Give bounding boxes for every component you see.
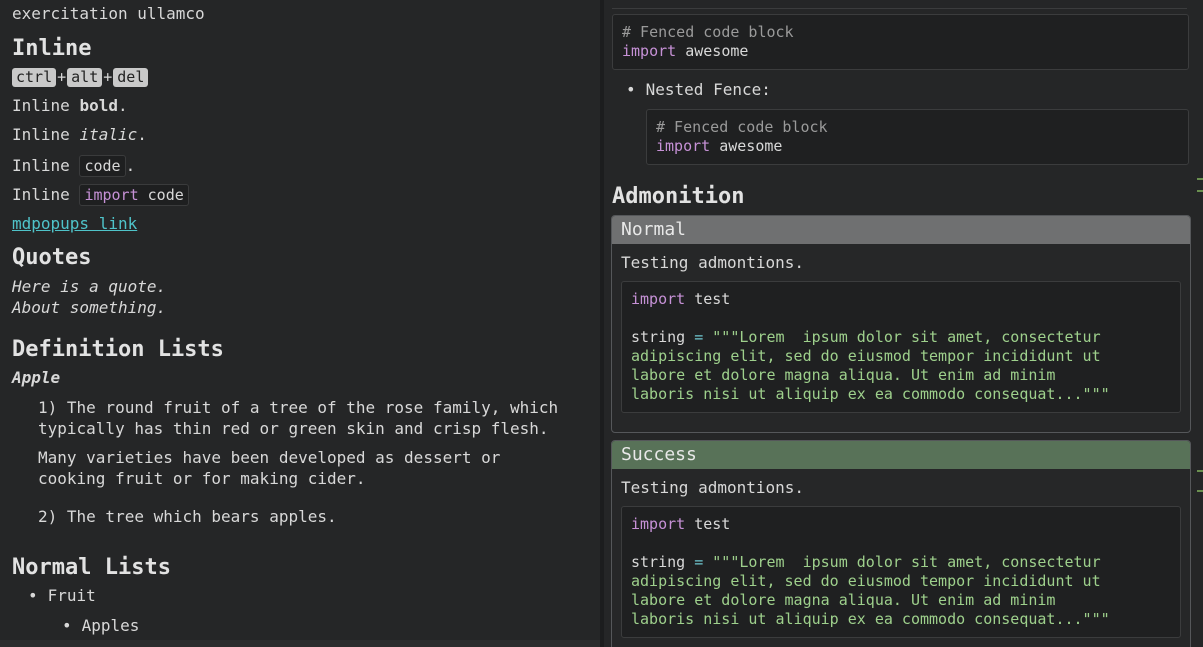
string-literal: laboris nisi ut aliquip ex ea commodo co… [631, 385, 1110, 403]
gutter-mark [1197, 490, 1203, 492]
kbd-ctrl: ctrl [12, 68, 57, 87]
code-line: import awesome [656, 137, 1179, 156]
admonition-code-block: import test string = """Lorem ipsum dolor… [621, 281, 1181, 413]
gutter-mark [1197, 178, 1203, 180]
admonition-heading: Admonition [612, 184, 745, 209]
string-literal: labore et dolore magna aliqua. Ut enim a… [631, 591, 1056, 609]
quotes-heading: Quotes [12, 245, 92, 270]
italic-text: italic [79, 125, 138, 144]
list-item: Fruit [28, 586, 96, 605]
string-literal: laboris nisi ut aliquip ex ea commodo co… [631, 610, 1110, 628]
text: . [137, 125, 147, 144]
text: Inline [12, 96, 80, 115]
admonition-normal: Normal Testing admontions. import test st… [611, 215, 1191, 433]
keyword: import [84, 186, 139, 204]
definition-term: Apple [12, 368, 61, 387]
definition-lists-heading: Definition Lists [12, 337, 224, 362]
admonition-body: Testing admontions. [621, 478, 805, 497]
text: Inline [12, 125, 80, 144]
keyword: import [631, 515, 686, 533]
definition-line: Many varieties have been developed as de… [38, 448, 501, 467]
text: . [125, 156, 136, 175]
admonition-code-block: import test string = """Lorem ipsum dolor… [621, 506, 1181, 638]
normal-lists-heading: Normal Lists [12, 555, 171, 580]
nested-code-block: # Fenced code block import awesome [646, 109, 1189, 165]
bold-text: bold [79, 96, 118, 115]
kbd-del: del [113, 68, 149, 87]
key-combo: ctrl + alt + del [12, 67, 149, 87]
nested-fence-item: Nested Fence: [626, 80, 771, 99]
string-literal: labore et dolore magna aliqua. Ut enim a… [631, 366, 1056, 384]
inline-code-highlighted: import code [79, 184, 189, 206]
keyword: import [622, 42, 677, 60]
kbd-alt: alt [67, 68, 103, 87]
kbd-plus: + [57, 68, 67, 86]
code-line: import awesome [622, 42, 1179, 61]
admonition-title: Normal [612, 216, 1190, 244]
keyword: import [656, 137, 711, 155]
partial-block-top [612, 0, 1187, 9]
inline-italic-line: Inline italic. [12, 125, 147, 144]
list-item: Apples [62, 616, 140, 635]
text: Inline [12, 156, 80, 175]
gutter-mark [1197, 470, 1203, 472]
right-popup-pane: # Fenced code blockimport awesome Nested… [604, 0, 1203, 647]
code-comment: # Fenced code block [622, 23, 794, 41]
inline-bold-line: Inline bold. [12, 96, 128, 115]
definition-line: 1) The round fruit of a tree of the rose… [38, 398, 559, 417]
kbd-plus: + [103, 68, 113, 86]
string-literal: adipiscing elit, sed do eiusmod tempor i… [631, 347, 1101, 365]
inline-code-line: Inline code. [12, 155, 135, 177]
text: Inline [12, 185, 80, 204]
operator: = [694, 328, 704, 346]
definition-line: 2) The tree which bears apples. [38, 507, 337, 526]
admonition-title: Success [612, 441, 1190, 469]
inline-import-line: Inline import code [12, 184, 189, 206]
code-text: test [685, 290, 731, 308]
string-literal: """Lorem ipsum dolor sit amet, consectet… [703, 553, 1101, 571]
string-literal: adipiscing elit, sed do eiusmod tempor i… [631, 572, 1101, 590]
code-text: code [138, 186, 184, 204]
code-text: string [631, 328, 695, 346]
code-line: import test [631, 290, 1171, 309]
code-line: string = """Lorem ipsum dolor sit amet, … [631, 553, 1171, 572]
definition-line: typically has thin red or green skin and… [38, 419, 549, 438]
definition-line: cooking fruit or for making cider. [38, 469, 366, 488]
code-text: awesome [710, 137, 783, 155]
code-comment: # Fenced code block [656, 118, 828, 136]
code-text: string [631, 553, 695, 571]
fenced-code-block: # Fenced code block import awesome [612, 14, 1189, 70]
inline-heading: Inline [12, 36, 92, 61]
code-text: awesome [676, 42, 749, 60]
mdpopups-link[interactable]: mdpopups link [12, 214, 137, 233]
quote-line: About something. [12, 298, 167, 317]
left-popup-pane: exercitation ullamco Inline ctrl + alt + del… [0, 0, 600, 640]
code-line: import test [631, 515, 1171, 534]
admonition-body: Testing admontions. [621, 253, 805, 272]
admonition-success: Success Testing admontions. import test s… [611, 440, 1191, 647]
gutter-mark [1197, 190, 1203, 192]
text: . [117, 96, 128, 115]
code-line: string = """Lorem ipsum dolor sit amet, … [631, 328, 1171, 347]
string-literal: """Lorem ipsum dolor sit amet, consectet… [703, 328, 1101, 346]
code-text: test [685, 515, 731, 533]
keyword: import [631, 290, 686, 308]
partial-text-line: exercitation ullamco [12, 4, 205, 23]
inline-code: code [79, 155, 126, 177]
quote-line: Here is a quote. [12, 277, 167, 296]
operator: = [694, 553, 704, 571]
